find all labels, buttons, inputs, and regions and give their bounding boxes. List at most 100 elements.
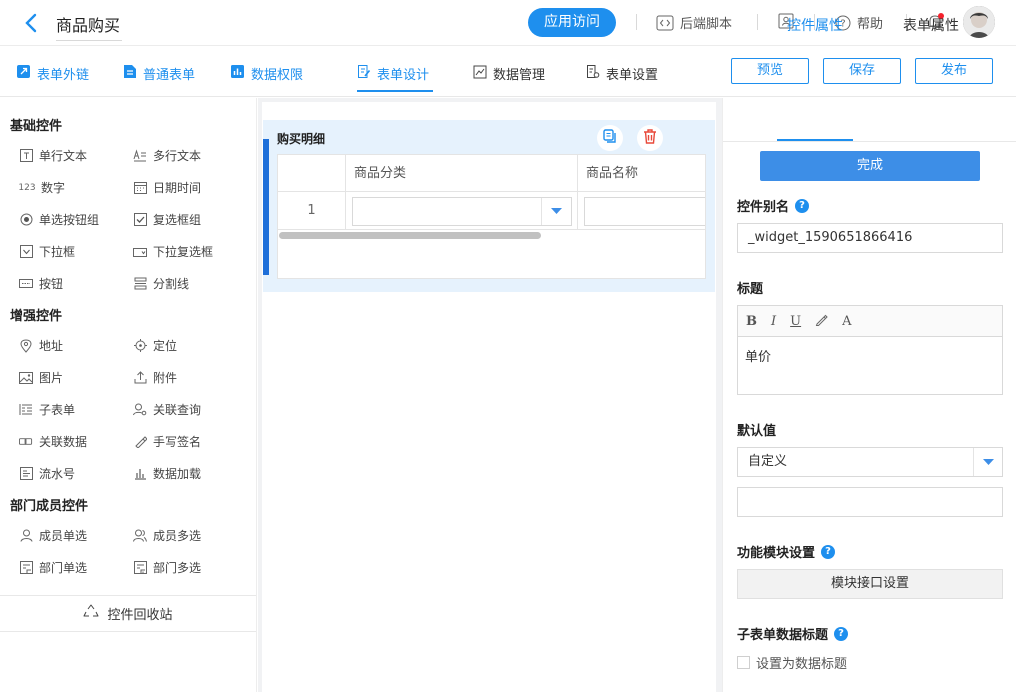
horizontal-scrollbar[interactable]: [279, 232, 541, 239]
tab-form-design[interactable]: 表单设计: [357, 64, 429, 83]
control-address[interactable]: 地址: [19, 337, 63, 354]
help-icon[interactable]: ?: [821, 544, 836, 559]
tab-widget-properties[interactable]: 控件属性: [787, 15, 843, 35]
alias-input[interactable]: _widget_1590651866416: [737, 223, 1003, 253]
default-value-input[interactable]: [737, 487, 1003, 517]
set-as-data-title-checkbox[interactable]: 设置为数据标题: [737, 653, 847, 672]
serial-number-icon: [19, 467, 33, 481]
tab-form-settings[interactable]: 表单设置: [586, 64, 658, 83]
control-label: 单选按钮组: [39, 213, 100, 227]
tab-form-properties[interactable]: 表单属性: [903, 15, 959, 35]
label-text: 子表单数据标题: [737, 628, 829, 643]
italic-icon[interactable]: I: [771, 314, 776, 329]
checkbox[interactable]: [737, 656, 750, 669]
default-value-select[interactable]: 自定义: [737, 447, 1003, 477]
avatar[interactable]: [963, 6, 995, 38]
chevron-down-icon[interactable]: [973, 448, 1002, 476]
help-icon[interactable]: ?: [795, 198, 810, 213]
image-icon: [19, 371, 33, 385]
control-single-line-text[interactable]: 单行文本: [19, 147, 87, 164]
control-linked-query[interactable]: 关联查询: [133, 401, 201, 418]
column-header: 商品分类: [346, 155, 578, 192]
tab-label: 数据管理: [493, 68, 546, 83]
tab-data-permission[interactable]: 数据权限: [230, 64, 303, 83]
control-label: 分割线: [153, 277, 190, 291]
recycle-bin-button[interactable]: 控件回收站: [0, 595, 256, 632]
recycle-icon: [83, 604, 99, 623]
bar-chart-icon: [230, 64, 245, 83]
control-checkbox-group[interactable]: 复选框组: [133, 211, 201, 228]
section-title: 增强控件: [10, 309, 63, 324]
control-location[interactable]: 定位: [133, 337, 177, 354]
control-radio-group[interactable]: 单选按钮组: [19, 211, 99, 228]
category-select[interactable]: [352, 197, 572, 226]
control-label: 成员多选: [153, 529, 202, 543]
control-number[interactable]: 123 数字: [18, 179, 65, 196]
control-serial-number[interactable]: 流水号: [19, 465, 75, 482]
product-name-input[interactable]: [584, 197, 705, 226]
backend-script-button[interactable]: 后端脚本: [656, 13, 732, 32]
control-data-load[interactable]: 数据加载: [133, 465, 201, 482]
column-header: 商品名称: [578, 155, 705, 192]
app-access-button[interactable]: 应用访问: [528, 8, 616, 37]
font-color-icon[interactable]: A: [842, 314, 851, 329]
user-search-icon: [133, 403, 147, 417]
control-signature[interactable]: 手写签名: [133, 433, 201, 450]
control-datetime[interactable]: 日期时间: [133, 179, 201, 196]
edit-form-icon: [357, 64, 371, 83]
control-member-multi[interactable]: 成员多选: [133, 527, 201, 544]
help-icon[interactable]: ?: [834, 626, 849, 641]
control-multi-dropdown[interactable]: 下拉复选框: [133, 243, 213, 260]
control-image[interactable]: 图片: [19, 369, 63, 386]
save-button[interactable]: 保存: [823, 58, 901, 84]
tab-label: 数据权限: [251, 68, 304, 83]
subform-data-title-label: 子表单数据标题?: [737, 624, 849, 643]
alias-label: 控件别名?: [737, 196, 810, 215]
signature-pen-icon: [133, 435, 147, 449]
tab-external-link[interactable]: 表单外链: [16, 64, 89, 83]
copy-widget-button[interactable]: [597, 125, 623, 151]
module-interface-button[interactable]: 模块接口设置: [737, 569, 1003, 599]
control-label: 部门单选: [39, 561, 88, 575]
properties-panel: [722, 98, 1016, 692]
form-title[interactable]: 商品购买: [56, 12, 123, 41]
calendar-icon: [133, 181, 147, 195]
publish-button[interactable]: 发布: [915, 58, 993, 84]
section-title: 部门成员控件: [10, 499, 89, 514]
chevron-down-icon[interactable]: [541, 198, 571, 225]
control-attachment[interactable]: 附件: [133, 369, 177, 386]
label-text: 控件别名: [737, 200, 790, 215]
control-label: 数据加载: [153, 467, 202, 481]
rich-text-toolbar: B I U A: [737, 305, 1003, 337]
control-department-multi[interactable]: 部门多选: [133, 559, 201, 576]
copy-icon: [603, 129, 617, 147]
pen-icon[interactable]: [815, 313, 828, 330]
map-pin-icon: [19, 338, 33, 353]
control-label: 图片: [39, 371, 64, 385]
delete-widget-button[interactable]: [637, 125, 663, 151]
control-member-single[interactable]: 成员单选: [19, 527, 87, 544]
control-button[interactable]: 按钮: [19, 275, 63, 292]
text-field-icon: [19, 149, 33, 163]
tab-data-management[interactable]: 数据管理: [473, 64, 545, 83]
back-icon[interactable]: [22, 12, 42, 34]
title-editor[interactable]: 单价: [737, 336, 1003, 395]
control-multi-line-text[interactable]: 多行文本: [133, 147, 201, 164]
preview-button[interactable]: 预览: [731, 58, 809, 84]
bold-icon[interactable]: B: [746, 314, 757, 329]
settings-doc-icon: [586, 64, 600, 83]
control-linked-data[interactable]: 关联数据: [19, 433, 87, 450]
underline-icon[interactable]: U: [790, 314, 801, 329]
department-multi-icon: [133, 561, 147, 575]
row-number: 1: [278, 192, 346, 230]
tab-normal-form[interactable]: 普通表单: [123, 64, 195, 83]
control-divider[interactable]: 分割线: [133, 275, 189, 292]
top-bar: 商品购买 应用访问 后端脚本 ? 帮助: [0, 0, 1016, 46]
control-dropdown[interactable]: 下拉框: [19, 243, 75, 260]
control-subform[interactable]: 子表单: [19, 401, 75, 418]
control-department-single[interactable]: 部门单选: [19, 559, 87, 576]
control-label: 日期时间: [153, 181, 202, 195]
control-label: 子表单: [39, 403, 76, 417]
done-button[interactable]: 完成: [760, 151, 980, 181]
control-label: 附件: [153, 371, 178, 385]
